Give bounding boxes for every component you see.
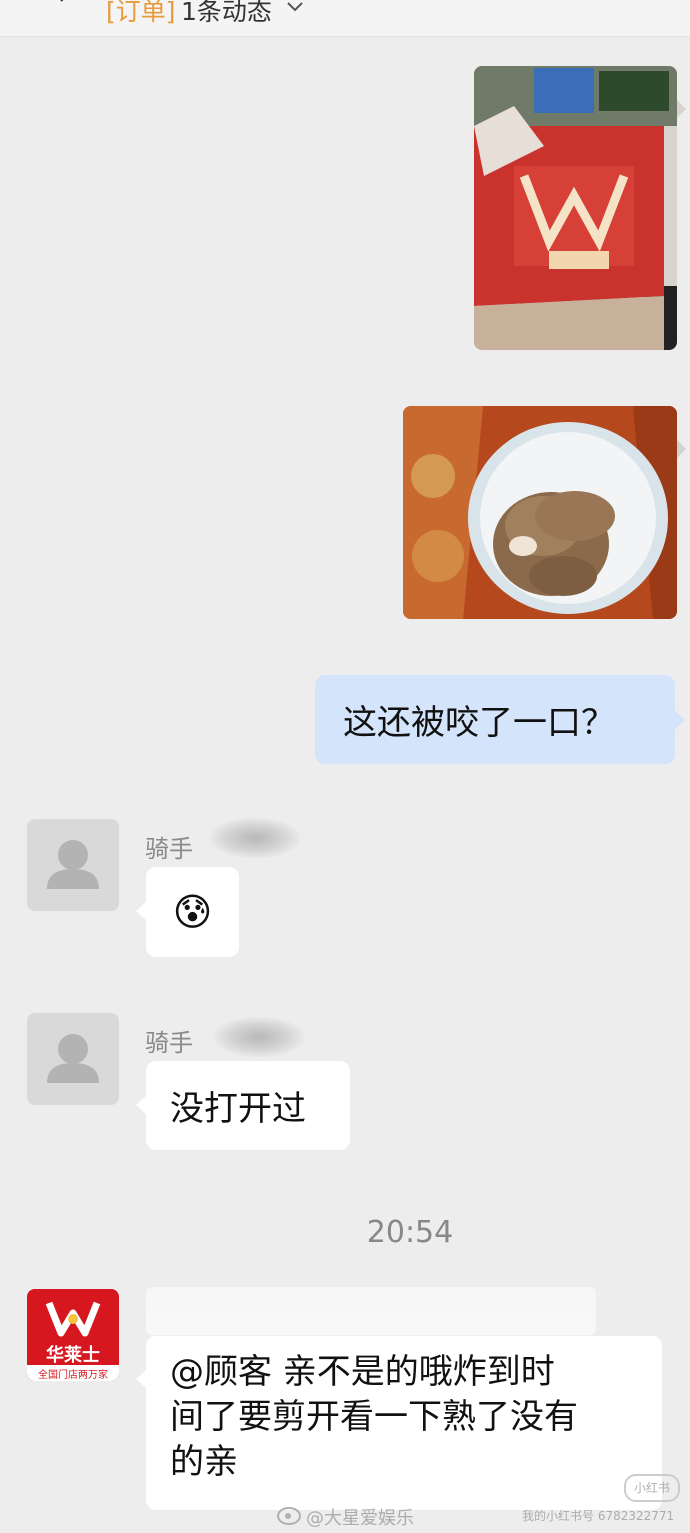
bubble-tail [675,711,685,729]
logo-brand-text: 华莱士 [46,1345,100,1366]
order-tag: [订单] [106,0,176,26]
message-text: 没打开过 [170,1089,306,1129]
message-timestamp: 20:54 [366,1215,454,1250]
emoji-message[interactable]: 😰 [146,867,239,957]
bag-photo [474,66,677,350]
merchant-logo-avatar[interactable]: 华莱士 全国门店两万家 [27,1289,119,1381]
message-text: 这还被咬了一口？ [343,703,615,743]
order-header-bar[interactable]: [订单] 1条动态 [0,0,690,37]
bubble-tail [677,100,686,118]
outgoing-message[interactable]: 这还被咬了一口？ [315,675,675,764]
chevron-down-icon[interactable] [286,0,304,16]
bubble-tail [136,1096,146,1114]
bubble-tail [136,1370,146,1388]
xhs-id-watermark: 我的小红书号 6782322771 [522,1509,675,1523]
blurred-name [214,1017,304,1057]
anxious-sweat-emoji-icon: 😰 [172,890,213,934]
sender-name: 骑手 [145,835,193,863]
blurred-sender [146,1287,596,1335]
image-message-chicken[interactable] [403,406,677,619]
image-message-bag[interactable] [474,66,677,350]
user-icon [47,1034,99,1083]
logo-slogan-text: 全国门店两万家 [38,1370,108,1381]
order-status-text[interactable]: 1条动态 [181,0,272,28]
bubble-tail [677,440,686,458]
blurred-name [210,818,300,858]
bubble-tail [136,902,146,920]
rider-avatar[interactable] [27,1013,119,1105]
sender-name: 骑手 [145,1029,193,1057]
weibo-logo-icon [277,1507,301,1525]
message-line: @顾客 亲不是的哦炸到时 [170,1352,555,1392]
message-line: 的亲 [170,1442,238,1482]
incoming-message[interactable]: 没打开过 [146,1061,350,1150]
xhs-logo: 小红书 [624,1474,680,1502]
weibo-watermark: @大星爱娱乐 [306,1508,414,1529]
merchant-reply-message[interactable]: @顾客 亲不是的哦炸到时 间了要剪开看一下熟了没有 的亲 [146,1336,662,1510]
message-line: 间了要剪开看一下熟了没有 [170,1397,578,1437]
rider-avatar[interactable] [27,819,119,911]
user-icon [47,840,99,889]
back-arrow-icon[interactable] [58,0,72,8]
chicken-photo [403,406,677,619]
